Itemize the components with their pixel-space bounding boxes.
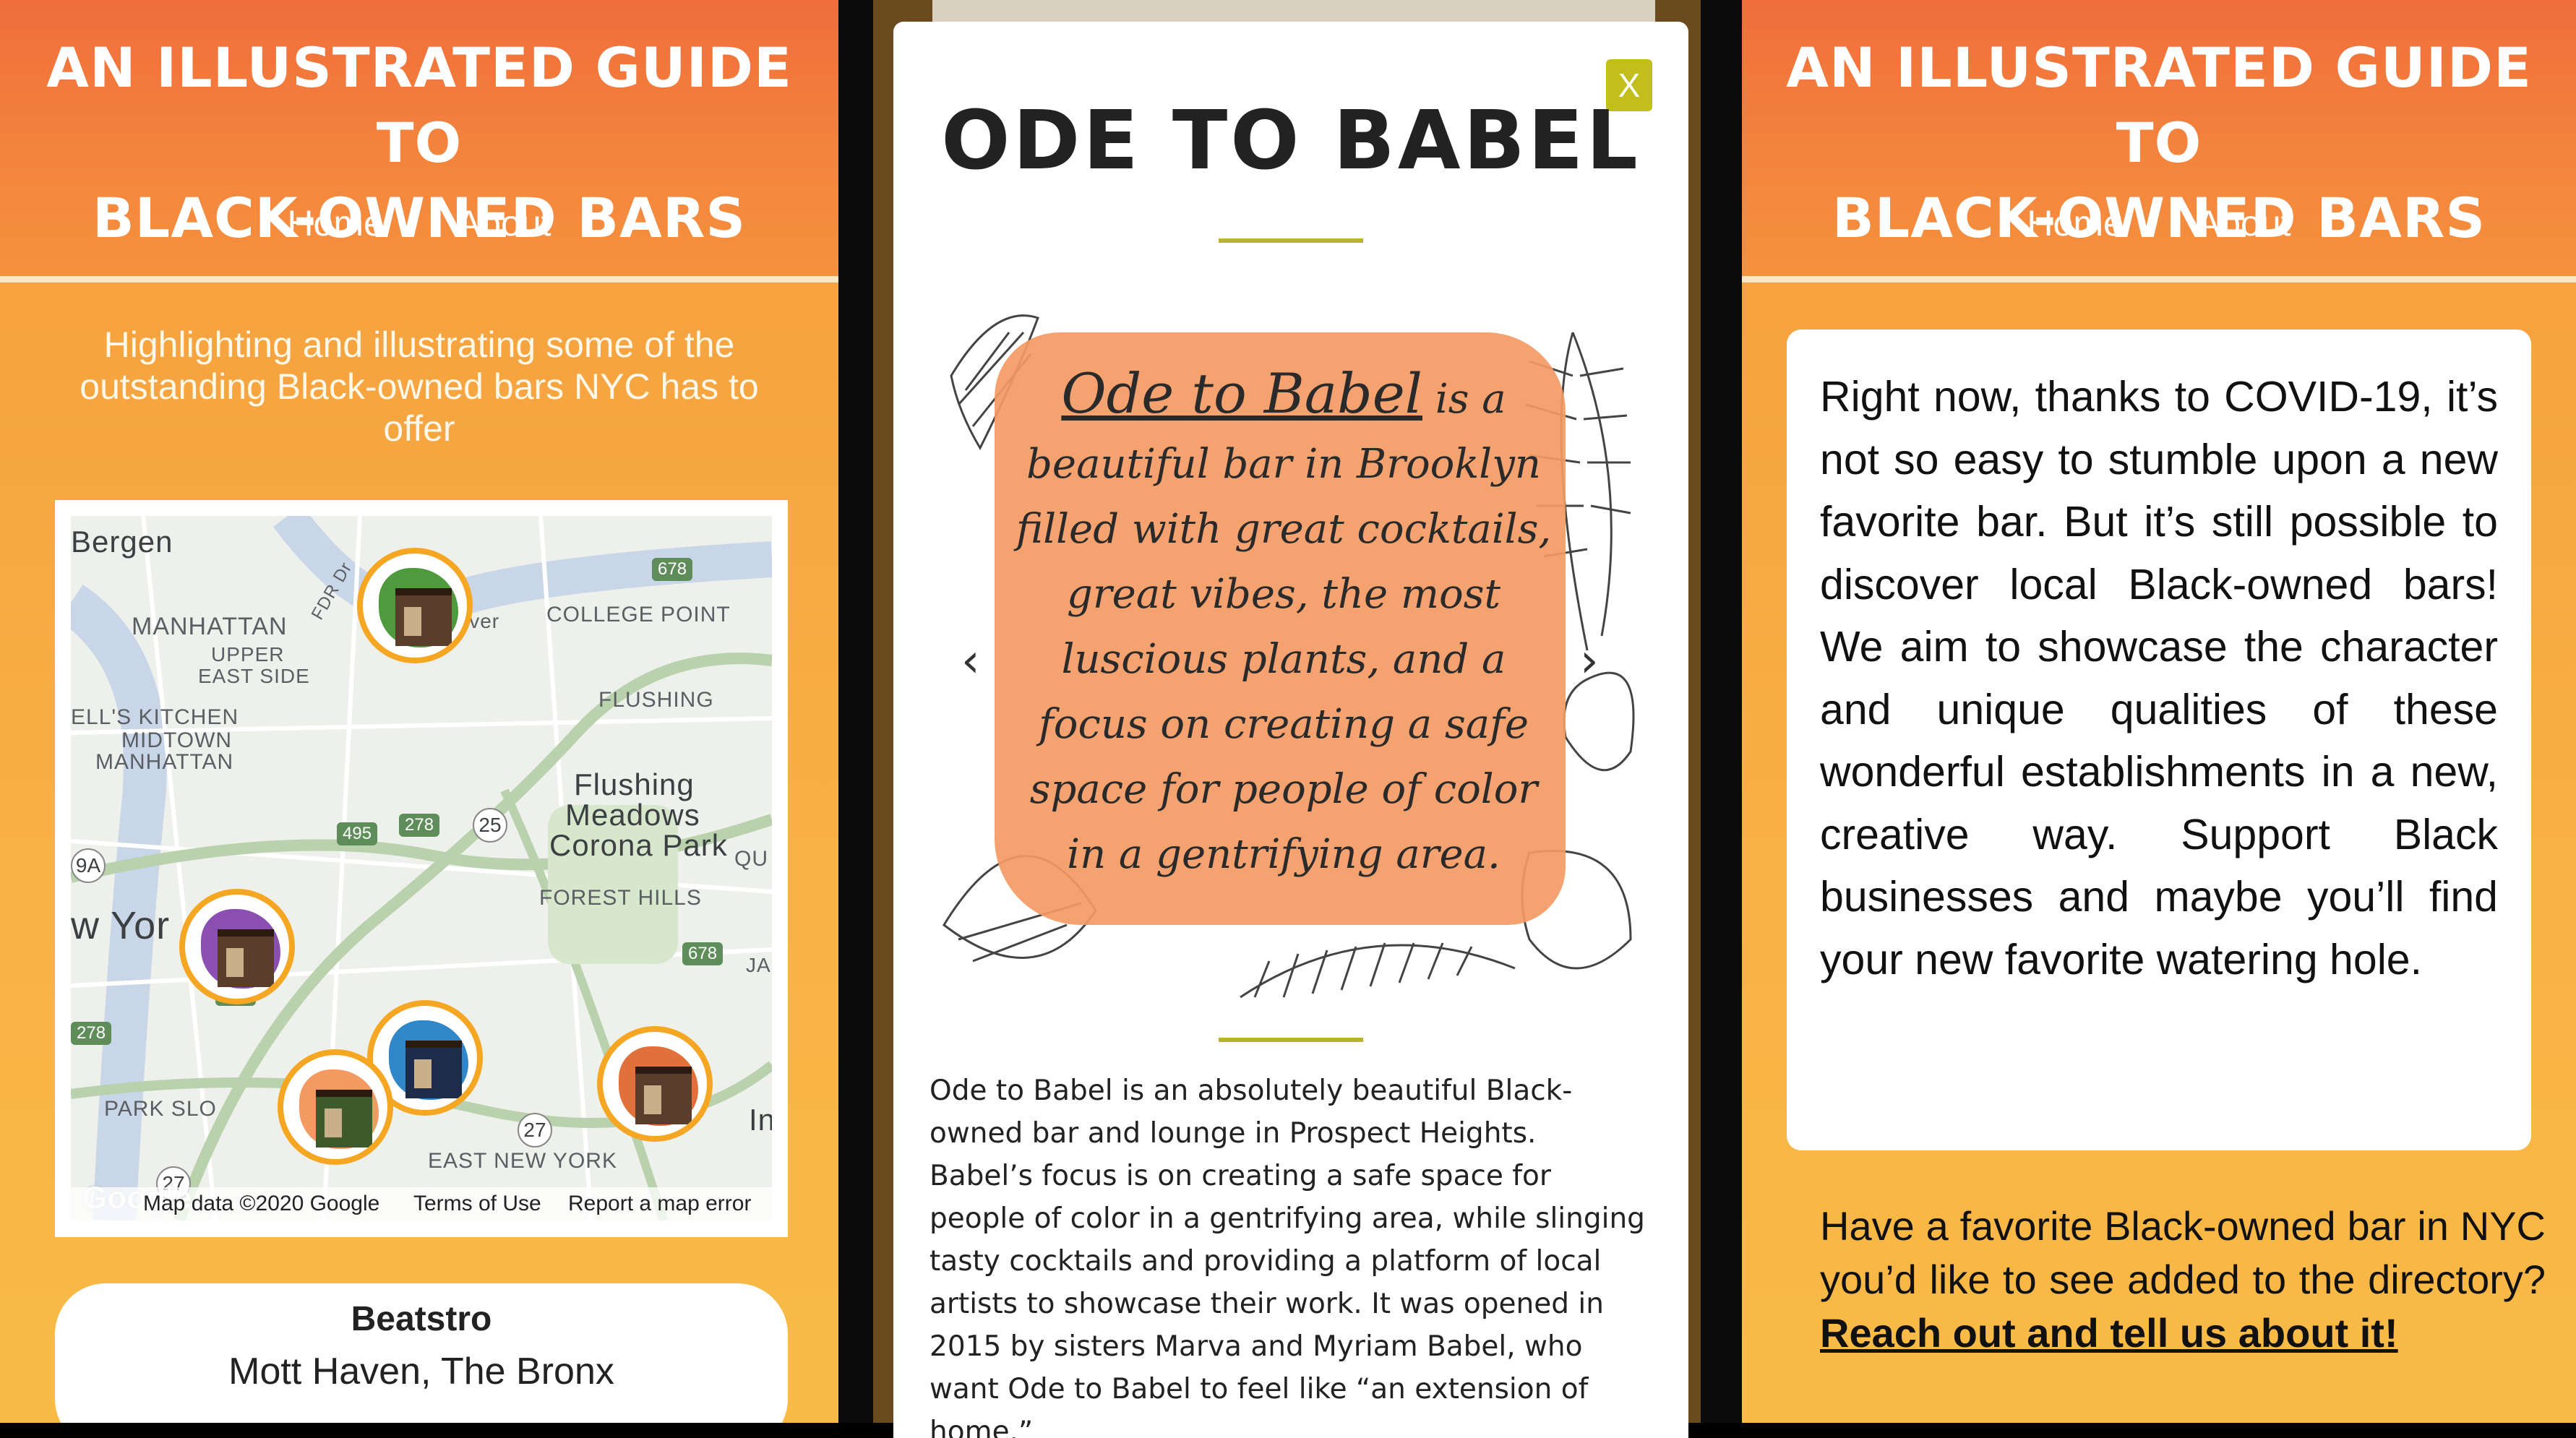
bar-map-pin[interactable] [179, 889, 295, 1004]
illustration-line: space for people of color [1029, 766, 1538, 813]
bar-detail-modal: X ODE TO BABEL Ode to Babel is a beautif… [893, 22, 1688, 1438]
route-marker: 9A [71, 848, 106, 883]
map[interactable]: Bergen MANHATTAN UPPER EAST SIDE ELL'S K… [71, 516, 772, 1220]
map-label: PARK SLO [104, 1097, 217, 1121]
site-header: AN ILLUSTRATED GUIDE TO BLACK-OWNED BARS… [1742, 0, 2576, 276]
pin-building-icon [395, 588, 452, 646]
map-label: FLUSHING [598, 688, 714, 712]
suggest-bar-cta: Have a favorite Black-owned bar in NYC y… [1820, 1200, 2546, 1360]
map-label: EAST SIDE [198, 665, 310, 687]
next-arrow-icon[interactable]: › [1580, 634, 1599, 688]
map-label: FOREST HILLS [539, 886, 702, 910]
illustration-line: in a gentrifying area. [1067, 831, 1500, 878]
map-label: In [749, 1103, 772, 1137]
nav-home-link[interactable]: Home [2027, 202, 2123, 244]
map-attribution: Map data ©2020 Google [143, 1192, 380, 1215]
about-text: Right now, thanks to COVID-19, it’s not … [1820, 373, 2498, 983]
map-label: Flushing [574, 767, 695, 801]
bar-map-pin[interactable] [278, 1049, 393, 1165]
illustration-bar-name: Ode to Babel [1061, 361, 1422, 426]
bar-illustration: Ode to Babel is a beautiful bar in Brook… [937, 289, 1645, 1026]
illustration-line: is a [1435, 376, 1506, 423]
map-card: Bergen MANHATTAN UPPER EAST SIDE ELL'S K… [55, 500, 788, 1237]
map-report-link[interactable]: Report a map error [568, 1192, 751, 1216]
main-nav: Home About [0, 202, 838, 244]
illustration-line: beautiful bar in Brooklyn [1026, 441, 1541, 488]
pin-building-icon [405, 1041, 462, 1098]
pin-building-icon [218, 929, 274, 987]
route-marker: 25 [473, 808, 507, 843]
modal-title: ODE TO BABEL [941, 94, 1641, 188]
tagline: Highlighting and illustrating some of th… [80, 324, 759, 449]
map-label: Bergen [71, 525, 173, 559]
highway-shield: 495 [337, 822, 378, 845]
pin-building-icon [635, 1067, 692, 1124]
map-terms-link[interactable]: Terms of Use [413, 1192, 541, 1216]
map-label: Corona Park [549, 828, 728, 862]
map-label: QU [734, 847, 768, 871]
map-label: ELL'S KITCHEN [71, 705, 239, 729]
right-screen: AN ILLUSTRATED GUIDE TO BLACK-OWNED BARS… [1742, 0, 2576, 1423]
route-marker: 27 [518, 1113, 552, 1148]
illustration-line: filled with great cocktails, [1016, 506, 1552, 553]
map-label: Meadows [565, 798, 700, 832]
cta-text: Have a favorite Black-owned bar in NYC y… [1820, 1203, 2546, 1302]
map-attribution-bar: Map data ©2020 Google Terms of Use Repor… [71, 1187, 772, 1220]
map-label: w Yor [71, 904, 171, 947]
nav-about-link[interactable]: About [2197, 202, 2291, 244]
main-nav: Home About [1742, 202, 2576, 244]
site-title-line-1: AN ILLUSTRATED GUIDE TO [46, 35, 792, 175]
highway-shield: 278 [399, 814, 440, 837]
map-label: JA [746, 954, 771, 976]
site-title-line-1: AN ILLUSTRATED GUIDE TO [1786, 35, 2532, 175]
map-label: COLLEGE POINT [546, 603, 731, 627]
bar-map-pin[interactable] [357, 548, 473, 663]
selected-bar-card[interactable]: Beatstro Mott Haven, The Bronx [55, 1283, 788, 1423]
highway-shield: 678 [682, 942, 724, 965]
bar-map-pin[interactable] [597, 1026, 713, 1142]
underlying-page-peek [932, 0, 1655, 22]
highway-shield: 678 [652, 558, 693, 581]
description-divider [1219, 1038, 1363, 1042]
contact-link[interactable]: Reach out and tell us about it! [1820, 1310, 2398, 1356]
left-screen: AN ILLUSTRATED GUIDE TO BLACK-OWNED BARS… [0, 0, 838, 1423]
map-label: EAST NEW YORK [428, 1149, 617, 1173]
map-label: MIDTOWN [121, 728, 233, 752]
header-divider [1742, 276, 2576, 283]
nav-about-link[interactable]: About [457, 202, 551, 244]
illustration-text: Ode to Babel is a beautiful bar in Brook… [987, 361, 1580, 887]
illustration-line: luscious plants, and a [1061, 636, 1506, 683]
site-header: AN ILLUSTRATED GUIDE TO BLACK-OWNED BARS… [0, 0, 838, 276]
bar-location: Mott Haven, The Bronx [228, 1351, 614, 1392]
map-label: MANHATTAN [132, 613, 288, 640]
illustration-line: great vibes, the most [1067, 571, 1500, 618]
map-label: MANHATTAN [95, 750, 234, 774]
nav-home-link[interactable]: Home [287, 202, 383, 244]
bar-name: Beatstro [351, 1300, 492, 1338]
pin-building-icon [316, 1090, 372, 1148]
title-divider [1219, 238, 1363, 243]
bar-description: Ode to Babel is an absolutely beautiful … [929, 1075, 1645, 1438]
prev-arrow-icon[interactable]: ‹ [961, 634, 980, 688]
map-label: UPPER [211, 643, 285, 666]
header-divider [0, 276, 838, 283]
about-card: Right now, thanks to COVID-19, it’s not … [1787, 330, 2531, 1150]
highway-shield: 278 [71, 1022, 112, 1045]
illustration-line: focus on creating a safe [1039, 701, 1529, 748]
